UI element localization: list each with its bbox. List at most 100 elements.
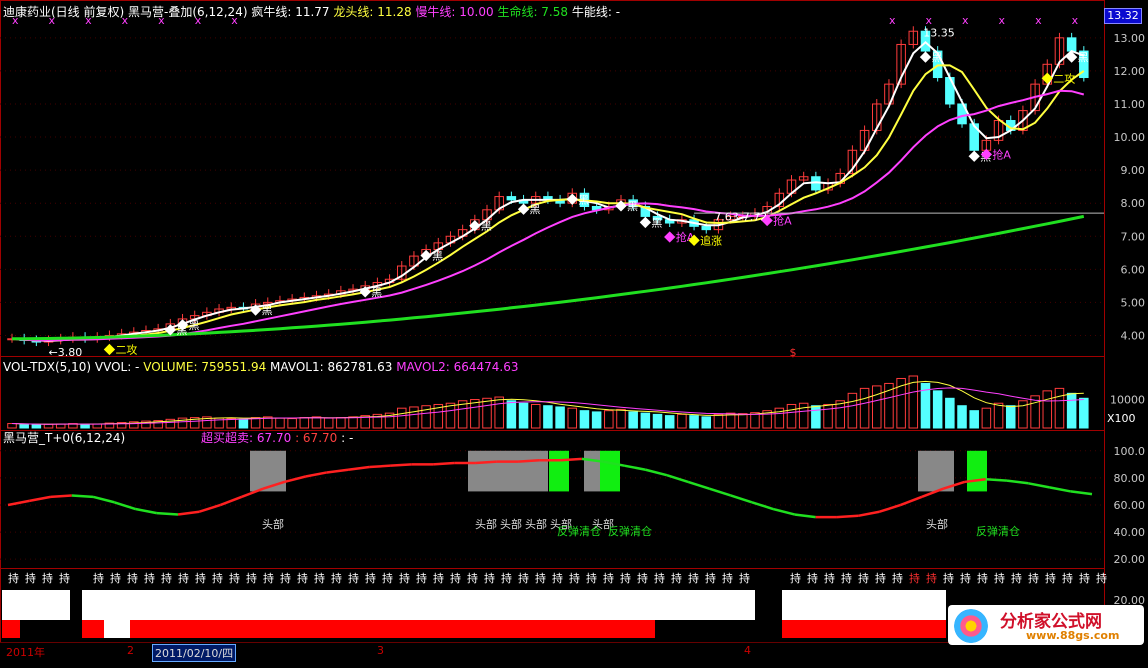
date-month-2: 2 — [127, 644, 134, 657]
volume-bar — [299, 417, 310, 429]
volume-bar — [494, 396, 504, 429]
volume-bar — [1066, 392, 1077, 429]
volume-bar — [579, 410, 590, 429]
hold-label: 持 — [943, 571, 954, 585]
osc-signal-block-4 — [600, 450, 620, 492]
hold-label: 持 — [314, 571, 325, 585]
osc-signal-block-2 — [549, 450, 569, 492]
volume-bar — [908, 375, 919, 429]
osc-line-seg — [326, 468, 349, 474]
hold-label: 持 — [42, 571, 53, 585]
hold-label: 持 — [229, 571, 240, 585]
osc-label: 反弹清仓 — [557, 524, 601, 538]
osc-tick-label: 80.00 — [1114, 472, 1146, 485]
hold-label: 持 — [297, 571, 308, 585]
date-month-4: 4 — [744, 644, 751, 657]
hold-label: 持 — [416, 571, 427, 585]
signal-diamond — [664, 231, 676, 243]
oscillator-header: 黑马营_T+0(6,12,24) 超买超卖: 67.70 : 67.70 : - — [3, 431, 353, 445]
signal-diamond — [103, 343, 116, 356]
hold-label: 持 — [450, 571, 461, 585]
candle-body — [506, 196, 517, 201]
osc-line-seg — [198, 503, 221, 513]
osc-title2: : 67.70 — [295, 431, 338, 445]
signal-diamond — [919, 51, 932, 63]
hold-red-bar-1 — [82, 620, 104, 638]
signal-label: 黑 — [189, 319, 200, 332]
osc-line-seg — [71, 494, 94, 499]
volume-header: VOL-TDX(5,10) VVOL: - VOLUME: 759551.94 … — [3, 360, 519, 374]
volume-bar — [664, 415, 675, 429]
volume-bar — [1054, 387, 1065, 429]
volume-bar — [323, 417, 334, 429]
hold-label: 持 — [841, 571, 852, 585]
osc-line-seg — [794, 513, 816, 519]
price-annotation-2: 7.63-7.72 — [714, 210, 767, 223]
signal-label: 黑 — [481, 220, 492, 233]
site-logo: 分析家公式网 www.88gs.com — [948, 605, 1144, 645]
osc-line-seg — [113, 501, 136, 511]
hold-label: 持 — [586, 571, 597, 585]
volume-bar — [750, 412, 760, 429]
mavol2-value: MAVOL2: 664474.63 — [396, 360, 519, 374]
hold-label: 持 — [280, 571, 291, 585]
date-cursor-box: 2011/02/10/四 — [152, 644, 237, 662]
date-month-3: 3 — [377, 644, 384, 657]
volume-bar — [396, 407, 407, 429]
signal-label: 黑 — [931, 51, 942, 64]
top-x-mark: x — [999, 14, 1006, 27]
volume-bar — [530, 403, 541, 429]
top-x-mark: x — [962, 14, 969, 27]
hold-label: 持 — [875, 571, 886, 585]
date-axis[interactable]: 2011年 2 2011/02/10/四 3 4 — [0, 642, 1104, 662]
volume-bar — [786, 403, 797, 429]
hold-label: 持 — [382, 571, 393, 585]
osc-signal-block-5 — [918, 450, 954, 492]
hold-label: 持 — [960, 571, 971, 585]
volume-bar — [31, 424, 42, 429]
osc-line-seg — [7, 499, 30, 507]
osc-label: 头部 — [262, 517, 284, 531]
volume-panel — [7, 375, 1089, 429]
hold-label: 持 — [59, 571, 70, 585]
price-tick-label: 12.00 — [1114, 65, 1146, 78]
volume-bar — [55, 423, 66, 429]
osc-line-seg — [687, 480, 710, 490]
signal-label: 抢A — [992, 147, 1011, 161]
top-x-mark: x — [889, 14, 896, 27]
indicator-value-4: 牛能线: - — [571, 5, 621, 19]
signal-diamond — [639, 216, 652, 229]
volume-bar — [591, 411, 602, 429]
volume-bar — [628, 411, 638, 429]
signal-label: 黑 — [371, 286, 382, 299]
date-year: 2011年 — [6, 646, 45, 659]
ma-line-生命线 — [11, 214, 1085, 341]
hold-label: 持 — [161, 571, 172, 585]
hold-label: 持 — [8, 571, 19, 585]
stock-name: 迪康药业(日线 前复权) — [3, 5, 125, 19]
signal-label: 抢A — [773, 213, 792, 227]
volume-bar — [92, 423, 103, 429]
indicator-value-0: 疯牛线: 11.77 — [251, 5, 334, 19]
price-tick-label: 11.00 — [1114, 98, 1146, 111]
osc-line-seg — [624, 464, 646, 471]
price-tick-label: 7.00 — [1121, 230, 1146, 243]
volume-bar — [932, 390, 943, 429]
signal-label: 追涨 — [700, 233, 722, 247]
hold-white-gap — [104, 620, 130, 638]
volume-bar — [957, 405, 967, 429]
hold-label: 持 — [552, 571, 563, 585]
chart-svg: ←3.8013.357.63-7.72二攻黑黑黑黑黑黑黑黑黑黑抢A追涨抢A黑黑抢… — [0, 0, 1146, 643]
hold-label: 持 — [824, 571, 835, 585]
price-tick-label: 8.00 — [1121, 197, 1146, 210]
volume-bar — [1042, 390, 1053, 429]
signal-label: 黑 — [262, 304, 273, 317]
signal-label: 二攻 — [115, 342, 137, 356]
chart-title: 迪康药业(日线 前复权) 黑马营-叠加(6,12,24) 疯牛线: 11.77 … — [3, 5, 620, 19]
osc-line-seg — [305, 471, 328, 478]
volume-bar — [409, 406, 419, 429]
volume-bar — [518, 402, 529, 429]
hold-label: 持 — [603, 571, 614, 585]
volume-bar — [713, 413, 724, 429]
osc-line-seg — [836, 514, 859, 519]
